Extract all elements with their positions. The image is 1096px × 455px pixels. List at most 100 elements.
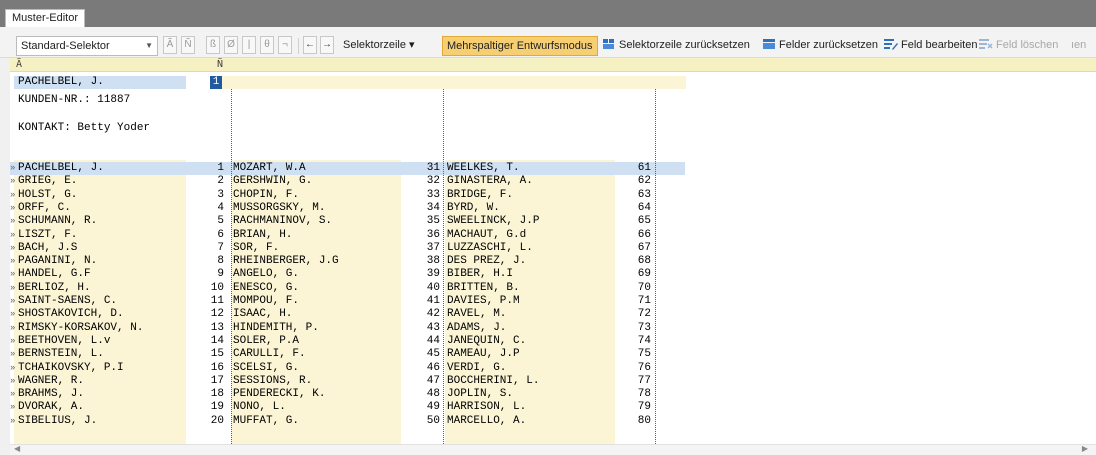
composer-name-cell: CHOPIN, F. [233, 188, 300, 201]
symbol-a-tilde-button[interactable]: Ã [163, 36, 177, 54]
table-row[interactable]: » BACH, J.S 7 SOR, F. 37 LUZZASCHI, L. 67 [10, 242, 690, 255]
table-row[interactable]: » BERNSTEIN, L. 15 CARULLI, F. 45 RAMEAU, J.P… [10, 348, 690, 361]
pattern-edit-area[interactable]: PACHELBEL, J. 1 KUNDEN-NR.: 11887 KONTAK… [10, 72, 1096, 444]
table-row[interactable]: » HANDEL, G.F 9 ANGELO, G. 39 BIBER, H.I 69 [10, 268, 690, 281]
table-row[interactable]: » SHOSTAKOVICH, D. 12 ISAAC, H. 42 RAVEL, M. 7… [10, 308, 690, 321]
table-row[interactable]: » PAGANINI, N. 8 RHEINBERGER, J.G 38 DES PREZ… [10, 255, 690, 268]
table-row[interactable]: » HOLST, G. 3 CHOPIN, F. 33 BRIDGE, F. 63 [10, 189, 690, 202]
multi-column-design-button[interactable]: Mehrspaltiger Entwurfsmodus [442, 36, 598, 56]
arrow-right-button[interactable]: → [320, 36, 334, 54]
table-row[interactable]: » LISZT, F. 6 BRIAN, H. 36 MACHAUT, G.d 66 [10, 229, 690, 242]
composer-name-cell: ORFF, C. [18, 201, 71, 214]
reset-selector-row-button[interactable]: Selektorzeile zurücksetzen [602, 36, 750, 56]
reset-selector-icon [603, 39, 614, 49]
number-cell: 77 [637, 374, 651, 387]
scroll-left-icon[interactable]: ◀ [14, 444, 20, 453]
contact-line: KONTAKT: Betty Yoder [18, 122, 151, 134]
symbol-eszett-button[interactable]: ß [206, 36, 220, 54]
number-cell: 11 [210, 295, 224, 307]
selector-dropdown[interactable]: Standard-Selektor ▼ [16, 36, 158, 56]
table-row[interactable]: » TCHAIKOVSKY, P.I 16 SCELSI, G. 46 VERDI, G.… [10, 362, 690, 375]
number-cell: 4 [217, 201, 224, 214]
composer-name-cell: GERSHWIN, G. [233, 175, 313, 188]
composer-name-cell: JANEQUIN, C. [447, 334, 527, 347]
row-marker-icon: » [10, 335, 16, 346]
composer-name-cell: MOZART, W.A [233, 162, 306, 174]
composer-name-cell: BERNSTEIN, L. [18, 348, 104, 361]
tab-muster-editor[interactable]: Muster-Editor [5, 9, 86, 28]
header-number-field[interactable]: 1 [210, 76, 222, 89]
composer-name-cell: HARRISON, L. [447, 401, 527, 414]
number-cell: 10 [210, 281, 224, 294]
number-cell: 36 [426, 228, 440, 241]
table-row[interactable]: » BRAHMS, J. 18 PENDERECKI, K. 48 JOPLIN, S. 7… [10, 388, 690, 401]
composer-name-cell: ANGELO, G. [233, 268, 300, 281]
reset-selector-row-label: Selektorzeile zurücksetzen [619, 39, 750, 51]
number-cell: 73 [637, 321, 651, 334]
table-row[interactable]: » DVORAK, A. 19 NONO, L. 49 HARRISON, L. 79 [10, 401, 690, 414]
symbol-o-slash-button[interactable]: Ø [224, 36, 238, 54]
number-cell: 74 [637, 334, 651, 347]
number-cell: 50 [426, 414, 440, 427]
composer-name-cell: ENESCO, G. [233, 281, 300, 294]
selector-dropdown-value: Standard-Selektor [21, 40, 110, 52]
table-row[interactable]: » SIBELIUS, J. 20 MUFFAT, G. 50 MARCELLO, A. 8… [10, 415, 690, 428]
table-row[interactable]: » BERLIOZ, H. 10 ENESCO, G. 40 BRITTEN, B. 70 [10, 282, 690, 295]
number-cell: 75 [637, 348, 651, 361]
composer-name-cell: MOMPOU, F. [233, 295, 300, 307]
composer-name-cell: VERDI, G. [447, 361, 507, 374]
number-cell: 6 [217, 228, 224, 241]
symbol-pipe-button[interactable]: | [242, 36, 256, 54]
selector-row-dropdown[interactable]: Selektorzeile ▾ [343, 36, 415, 56]
table-row[interactable]: » PACHELBEL, J. 1 MOZART, W.A 31 WEELKES, T. 6… [10, 162, 690, 175]
row-marker-icon: » [10, 256, 16, 267]
table-row[interactable]: » SAINT-SAENS, C. 11 MOMPOU, F. 41 DAVIES, P.… [10, 295, 690, 308]
composer-name-cell: RACHMANINOV, S. [233, 215, 333, 228]
table-row[interactable]: » SCHUMANN, R. 5 RACHMANINOV, S. 35 SWEELINCK… [10, 215, 690, 228]
composer-name-cell: MUSSORGSKY, M. [233, 201, 326, 214]
arrow-left-button[interactable]: ← [303, 36, 317, 54]
number-cell: 42 [426, 308, 440, 321]
number-cell: 12 [210, 308, 224, 321]
number-cell: 64 [637, 201, 651, 214]
number-cell: 13 [210, 321, 224, 334]
symbol-not-button[interactable]: ¬ [278, 36, 292, 54]
table-row[interactable]: » GRIEG, E. 2 GERSHWIN, G. 32 GINASTERA, A. 62 [10, 175, 690, 188]
number-cell: 35 [426, 215, 440, 228]
table-row[interactable]: » BEETHOVEN, L.v 14 SOLER, P.A 44 JANEQUIN, C… [10, 335, 690, 348]
symbol-theta-button[interactable]: θ [260, 36, 274, 54]
toolbar-overflow-text: ıen [1071, 39, 1087, 51]
number-cell: 33 [426, 188, 440, 201]
number-cell: 66 [637, 228, 651, 241]
row-marker-icon: » [10, 362, 16, 373]
row-marker-icon: » [10, 216, 16, 227]
table-row[interactable]: » ORFF, C. 4 MUSSORGSKY, M. 34 BYRD, W. 64 [10, 202, 690, 215]
symbol-n-tilde-button[interactable]: Ñ [181, 36, 195, 54]
delete-field-button[interactable]: Feld löschen [979, 36, 1058, 56]
composer-name-cell: BEETHOVEN, L.v [18, 334, 111, 347]
reset-fields-icon [763, 39, 775, 49]
composer-name-cell: MARCELLO, A. [447, 414, 527, 427]
composer-name-cell: BACH, J.S [18, 241, 78, 254]
number-cell: 79 [637, 401, 651, 414]
composer-name-cell: DVORAK, A. [18, 401, 85, 414]
number-cell: 17 [210, 374, 224, 387]
number-cell: 38 [426, 255, 440, 268]
ruler-mark-a: Ã [16, 59, 23, 70]
number-cell: 72 [637, 308, 651, 321]
row-marker-icon: » [10, 202, 16, 213]
composer-name-cell: PAGANINI, N. [18, 255, 98, 268]
number-cell: 44 [426, 334, 440, 347]
number-cell: 39 [426, 268, 440, 281]
composer-name-cell: GINASTERA, A. [447, 175, 533, 188]
number-cell: 14 [210, 334, 224, 347]
composer-name-cell: SHOSTAKOVICH, D. [18, 308, 124, 321]
composer-name-cell: SOR, F. [233, 241, 280, 254]
table-row[interactable]: » WAGNER, R. 17 SESSIONS, R. 47 BOCCHERINI, L… [10, 375, 690, 388]
edit-field-button[interactable]: Feld bearbeiten [884, 36, 977, 56]
header-name-value: PACHELBEL, J. [18, 76, 104, 88]
reset-fields-button[interactable]: Felder zurücksetzen [762, 36, 878, 56]
table-row[interactable]: » RIMSKY-KORSAKOV, N. 13 HINDEMITH, P. 43 ADA… [10, 322, 690, 335]
horizontal-scrollbar[interactable]: ◀ ▶ [10, 444, 1096, 455]
scroll-right-icon[interactable]: ▶ [1082, 444, 1088, 453]
